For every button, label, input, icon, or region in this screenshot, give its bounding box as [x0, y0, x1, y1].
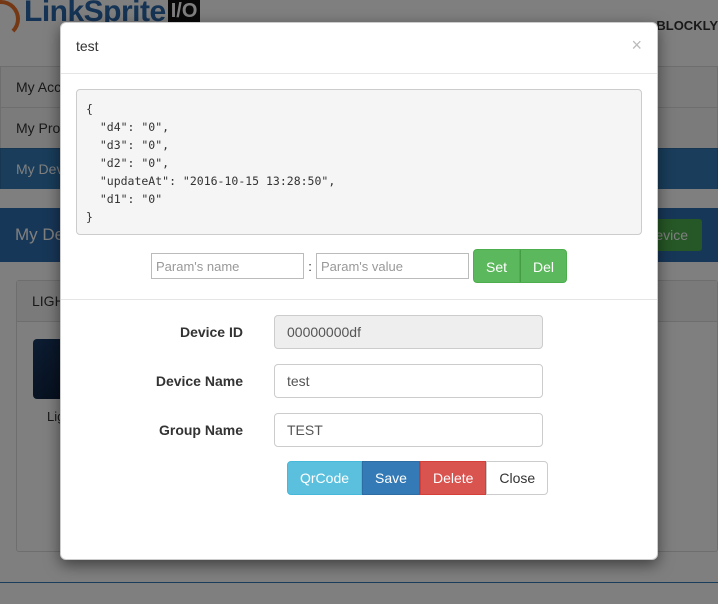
param-editor: : Set Del — [151, 249, 568, 283]
del-button[interactable]: Del — [520, 249, 568, 283]
device-name-row: Device Name — [61, 364, 657, 398]
device-name-label: Device Name — [155, 373, 243, 389]
qrcode-button[interactable]: QrCode — [287, 461, 363, 495]
set-button[interactable]: Set — [473, 249, 521, 283]
close-icon[interactable]: × — [631, 35, 642, 56]
group-name-field[interactable] — [274, 413, 543, 447]
modal-actions: QrCode Save Delete Close — [287, 461, 549, 495]
param-value-input[interactable] — [316, 253, 469, 279]
device-id-label: Device ID — [179, 324, 243, 340]
param-name-input[interactable] — [151, 253, 304, 279]
group-name-label: Group Name — [158, 422, 243, 438]
close-button[interactable]: Close — [486, 461, 549, 495]
device-id-row: Device ID — [61, 315, 657, 349]
param-button-group: Set Del — [473, 249, 568, 283]
device-id-field — [274, 315, 543, 349]
modal-divider — [61, 299, 657, 300]
device-data-json: { "d4": "0", "d3": "0", "d2": "0", "upda… — [76, 89, 642, 235]
save-button[interactable]: Save — [362, 461, 420, 495]
param-separator: : — [308, 258, 312, 274]
modal-header: test × — [61, 23, 657, 74]
device-modal: test × { "d4": "0", "d3": "0", "d2": "0"… — [60, 22, 658, 560]
modal-title: test — [76, 38, 99, 54]
delete-button[interactable]: Delete — [419, 461, 487, 495]
device-name-field[interactable] — [274, 364, 543, 398]
group-name-row: Group Name — [61, 413, 657, 447]
